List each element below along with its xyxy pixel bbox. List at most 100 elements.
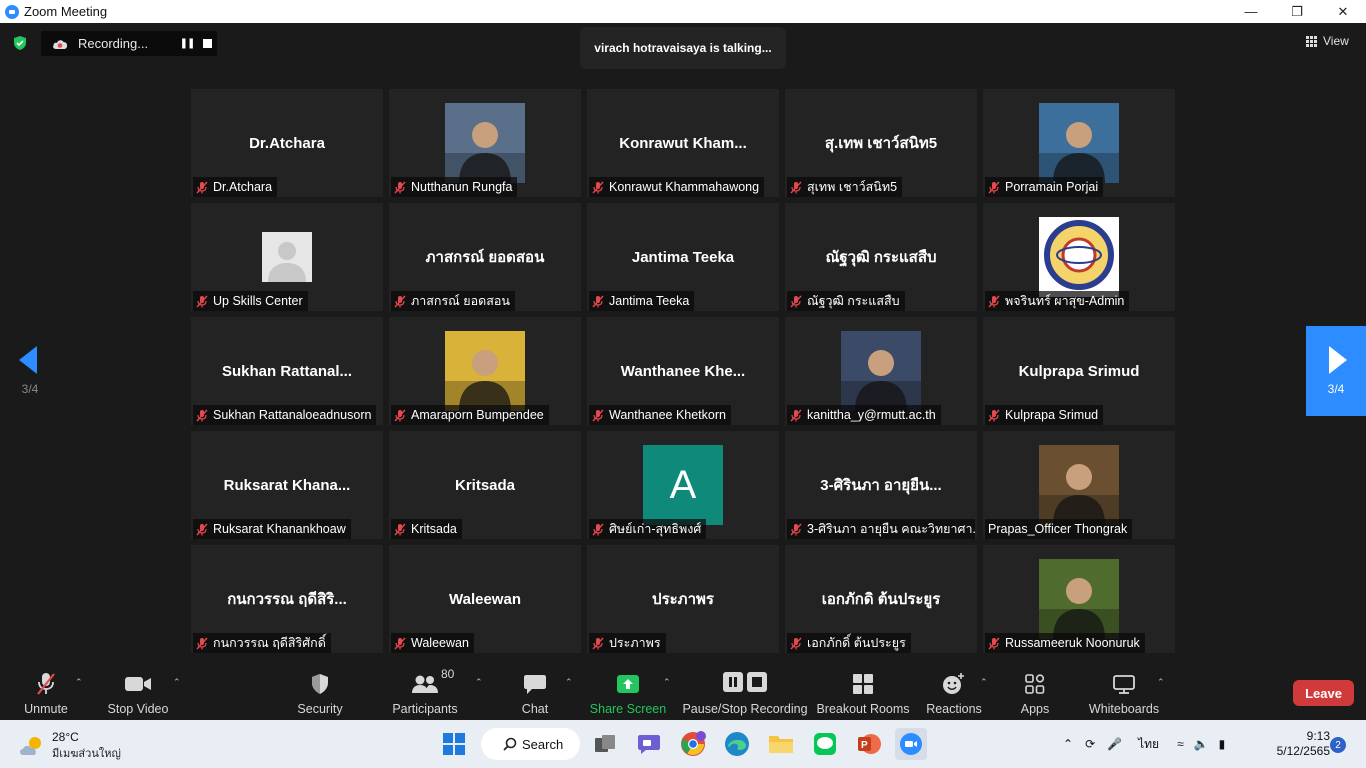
previous-page-button[interactable]: 3/4	[0, 326, 60, 416]
start-button[interactable]	[438, 728, 470, 760]
leave-button[interactable]: Leave	[1293, 680, 1354, 706]
reactions-smiley-icon	[943, 673, 964, 694]
participant-name-label: Russameeruk Noonuruk	[985, 633, 1145, 653]
participant-tile[interactable]: Prapas_Officer Thongrak	[983, 431, 1175, 539]
whiteboards-button[interactable]: Whiteboards	[1085, 663, 1163, 720]
zoom-app-icon	[5, 4, 19, 19]
participant-tile[interactable]: Konrawut Kham... Konrawut Khammahawong	[587, 89, 779, 197]
apps-label: Apps	[1020, 702, 1050, 716]
participant-tile[interactable]: 3-ศิรินภา อายุยืน... 3-ศิรินภา อายุยืน คณ…	[785, 431, 977, 539]
security-button[interactable]: Security	[294, 663, 346, 720]
participant-tile[interactable]: A ศิษย์เก่า-สุทธิพงศ์	[587, 431, 779, 539]
participant-tile[interactable]: ประภาพร ประภาพร	[587, 545, 779, 653]
chat-button[interactable]: Chat	[515, 663, 555, 720]
security-label: Security	[297, 702, 343, 716]
maximize-button[interactable]: ❐	[1274, 0, 1320, 23]
participant-name: Nutthanun Rungfa	[411, 180, 513, 194]
participant-name-label: Waleewan	[391, 633, 474, 653]
battery-icon[interactable]: ▮	[1219, 737, 1226, 751]
participant-tile[interactable]: Sukhan Rattanal... Sukhan Rattanaloeadnus…	[191, 317, 383, 425]
chat-options-caret-icon[interactable]: ⌃	[565, 677, 573, 687]
participant-tile[interactable]: kanittha_y@rmutt.ac.th	[785, 317, 977, 425]
participant-tile[interactable]: Waleewan Waleewan	[389, 545, 581, 653]
chrome-app[interactable]	[677, 728, 709, 760]
stop-video-button[interactable]: Stop Video	[105, 663, 171, 720]
participant-name-label: สุเทพ เชาว์สนิท5	[787, 177, 903, 197]
encryption-shield-icon[interactable]	[12, 35, 28, 51]
minimize-button[interactable]: —	[1228, 0, 1274, 23]
participant-tile[interactable]: สุ.เทพ เชาว์สนิท5 สุเทพ เชาว์สนิท5	[785, 89, 977, 197]
pause-recording-button[interactable]: ❚❚	[174, 38, 200, 49]
pause-stop-recording-button[interactable]: Pause/Stop Recording	[682, 663, 808, 720]
video-options-caret-icon[interactable]: ⌃	[173, 677, 181, 687]
participant-tile[interactable]: พจรินทร์ ผาสุข-Admin	[983, 203, 1175, 311]
participants-button[interactable]: 80 Participants	[392, 663, 458, 720]
participant-tile[interactable]: Ruksarat Khana... Ruksarat Khanankhoaw	[191, 431, 383, 539]
grid-view-icon	[1306, 35, 1317, 47]
active-speaker-banner: virach hotravaisaya is talking...	[580, 27, 786, 69]
input-language[interactable]: ไทย	[1138, 735, 1159, 754]
close-button[interactable]: ✕	[1320, 0, 1366, 23]
participants-options-caret-icon[interactable]: ⌃	[475, 677, 483, 687]
taskbar-search[interactable]: Search	[481, 728, 580, 760]
muted-mic-icon	[790, 637, 802, 649]
participant-name: Amaraporn Bumpendee	[411, 408, 544, 422]
security-shield-icon	[312, 674, 328, 694]
teams-chat-app[interactable]	[633, 728, 665, 760]
edge-app[interactable]	[721, 728, 753, 760]
breakout-rooms-button[interactable]: Breakout Rooms	[816, 663, 910, 720]
participant-tile[interactable]: Amaraporn Bumpendee	[389, 317, 581, 425]
apps-icon	[1025, 674, 1045, 694]
participant-tile[interactable]: Jantima Teeka Jantima Teeka	[587, 203, 779, 311]
weather-widget[interactable]: 28°C มีเมฆส่วนใหญ่	[18, 730, 121, 762]
line-app[interactable]	[809, 728, 841, 760]
line-icon	[814, 733, 836, 755]
recording-label: Recording...	[78, 36, 149, 51]
share-options-caret-icon[interactable]: ⌃	[663, 677, 671, 687]
reactions-button[interactable]: Reactions	[926, 663, 982, 720]
participant-tile[interactable]: ณัฐวุฒิ กระแสสืบ ณัฐวุฒิ กระแสสืบ	[785, 203, 977, 311]
next-page-button[interactable]: 3/4	[1306, 326, 1366, 416]
wifi-icon[interactable]: ≈	[1177, 737, 1184, 751]
participant-tile[interactable]: Porramain Porjai	[983, 89, 1175, 197]
stop-recording-button[interactable]	[203, 39, 212, 48]
muted-mic-icon	[592, 409, 604, 421]
edge-icon	[725, 732, 749, 756]
whiteboards-options-caret-icon[interactable]: ⌃	[1157, 677, 1165, 687]
file-explorer-app[interactable]	[765, 728, 797, 760]
participant-tile[interactable]: Nutthanun Rungfa	[389, 89, 581, 197]
participant-tile[interactable]: Dr.Atchara Dr.Atchara	[191, 89, 383, 197]
reactions-options-caret-icon[interactable]: ⌃	[980, 677, 988, 687]
participant-tile[interactable]: กนกวรรณ ฤดีสิริ... กนกวรรณ ฤดีสิริศักดิ์	[191, 545, 383, 653]
view-button[interactable]: View	[1306, 34, 1349, 48]
participant-tile[interactable]: Kritsada Kritsada	[389, 431, 581, 539]
task-view-button[interactable]	[589, 728, 621, 760]
participant-name: kanittha_y@rmutt.ac.th	[807, 408, 936, 422]
notification-badge[interactable]: 2	[1330, 737, 1346, 753]
participant-tile[interactable]: Kulprapa Srimud Kulprapa Srimud	[983, 317, 1175, 425]
volume-icon[interactable]: 🔈	[1194, 737, 1209, 751]
participant-video-thumbnail	[1039, 559, 1119, 639]
taskbar-clock[interactable]: 9:13 5/12/2565	[1268, 729, 1330, 759]
participant-name: Ruksarat Khanankhoaw	[213, 522, 346, 536]
participant-name: Prapas_Officer Thongrak	[988, 522, 1128, 536]
apps-button[interactable]: Apps	[1015, 663, 1055, 720]
participant-tile[interactable]: Up Skills Center	[191, 203, 383, 311]
show-hidden-icons-icon[interactable]: ⌃	[1063, 737, 1073, 751]
participant-tile[interactable]: Wanthanee Khe... Wanthanee Khetkorn	[587, 317, 779, 425]
share-screen-label: Share Screen	[589, 702, 667, 716]
powerpoint-app[interactable]: P	[853, 728, 885, 760]
participant-tile[interactable]: เอกภักดิ ต้นประยูร เอกภักดิ์ ต้นประยูร	[785, 545, 977, 653]
share-screen-button[interactable]: Share Screen	[590, 663, 666, 720]
microphone-tray-icon[interactable]: 🎤	[1107, 737, 1122, 751]
microphone-muted-icon	[37, 673, 55, 695]
participant-tile[interactable]: ภาสกรณ์ ยอดสอน ภาสกรณ์ ยอดสอน	[389, 203, 581, 311]
unmute-button[interactable]: Unmute	[18, 663, 74, 720]
sync-icon[interactable]: ⟳	[1085, 737, 1095, 751]
participant-tile[interactable]: Russameeruk Noonuruk	[983, 545, 1175, 653]
muted-mic-icon	[592, 637, 604, 649]
participant-name: 3-ศิรินภา อายุยืน คณะวิทยาศา...	[807, 522, 975, 536]
audio-options-caret-icon[interactable]: ⌃	[75, 677, 83, 687]
clock-date: 5/12/2565	[1276, 744, 1330, 758]
zoom-app[interactable]	[895, 728, 927, 760]
